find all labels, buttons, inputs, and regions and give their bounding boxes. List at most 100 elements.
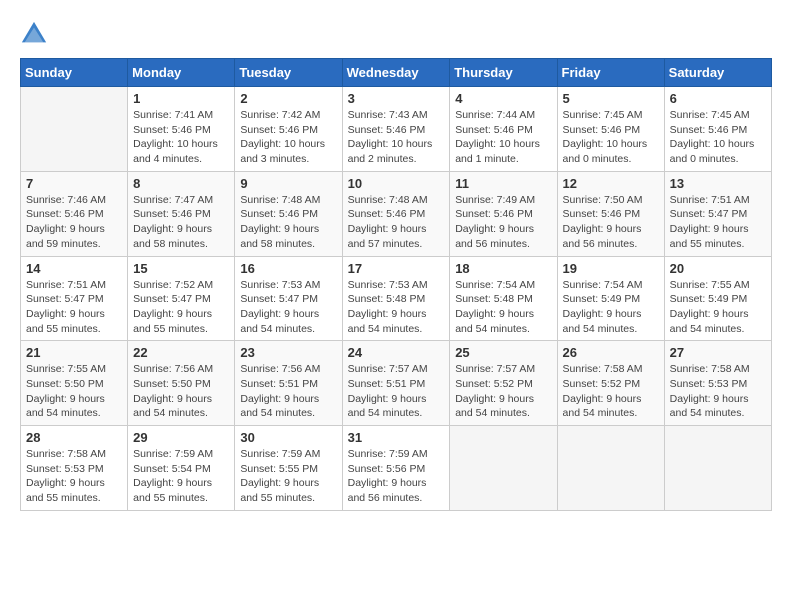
calendar-cell: 27 Sunrise: 7:58 AM Sunset: 5:53 PM Dayli… [664, 341, 771, 426]
day-info: Sunrise: 7:51 AM Sunset: 5:47 PM Dayligh… [670, 193, 766, 252]
day-number: 11 [455, 176, 551, 191]
weekday-header-thursday: Thursday [450, 59, 557, 87]
calendar-cell: 18 Sunrise: 7:54 AM Sunset: 5:48 PM Dayli… [450, 256, 557, 341]
day-info: Sunrise: 7:56 AM Sunset: 5:51 PM Dayligh… [240, 362, 336, 421]
calendar-cell: 24 Sunrise: 7:57 AM Sunset: 5:51 PM Dayli… [342, 341, 450, 426]
week-row-1: 1 Sunrise: 7:41 AM Sunset: 5:46 PM Daylig… [21, 87, 772, 172]
day-number: 25 [455, 345, 551, 360]
day-number: 14 [26, 261, 122, 276]
calendar-body: 1 Sunrise: 7:41 AM Sunset: 5:46 PM Daylig… [21, 87, 772, 511]
day-info: Sunrise: 7:46 AM Sunset: 5:46 PM Dayligh… [26, 193, 122, 252]
logo-icon [20, 20, 48, 48]
day-info: Sunrise: 7:53 AM Sunset: 5:48 PM Dayligh… [348, 278, 445, 337]
day-number: 26 [563, 345, 659, 360]
day-number: 24 [348, 345, 445, 360]
calendar-cell: 22 Sunrise: 7:56 AM Sunset: 5:50 PM Dayli… [128, 341, 235, 426]
day-info: Sunrise: 7:58 AM Sunset: 5:53 PM Dayligh… [670, 362, 766, 421]
day-number: 16 [240, 261, 336, 276]
calendar-cell: 28Sunrise: 7:58 AM Sunset: 5:53 PM Dayli… [21, 426, 128, 511]
calendar-cell: 10Sunrise: 7:48 AM Sunset: 5:46 PM Dayli… [342, 171, 450, 256]
day-info: Sunrise: 7:45 AM Sunset: 5:46 PM Dayligh… [563, 108, 659, 167]
day-number: 8 [133, 176, 229, 191]
day-number: 30 [240, 430, 336, 445]
day-number: 4 [455, 91, 551, 106]
day-number: 27 [670, 345, 766, 360]
day-number: 12 [563, 176, 659, 191]
day-number: 31 [348, 430, 445, 445]
day-info: Sunrise: 7:52 AM Sunset: 5:47 PM Dayligh… [133, 278, 229, 337]
day-info: Sunrise: 7:57 AM Sunset: 5:52 PM Dayligh… [455, 362, 551, 421]
day-info: Sunrise: 7:59 AM Sunset: 5:54 PM Dayligh… [133, 447, 229, 506]
day-info: Sunrise: 7:41 AM Sunset: 5:46 PM Dayligh… [133, 108, 229, 167]
calendar-cell: 23 Sunrise: 7:56 AM Sunset: 5:51 PM Dayli… [235, 341, 342, 426]
day-number: 3 [348, 91, 445, 106]
week-row-4: 21 Sunrise: 7:55 AM Sunset: 5:50 PM Dayli… [21, 341, 772, 426]
calendar-cell: 19Sunrise: 7:54 AM Sunset: 5:49 PM Dayli… [557, 256, 664, 341]
calendar-cell: 13 Sunrise: 7:51 AM Sunset: 5:47 PM Dayli… [664, 171, 771, 256]
day-info: Sunrise: 7:55 AM Sunset: 5:50 PM Dayligh… [26, 362, 122, 421]
day-info: Sunrise: 7:48 AM Sunset: 5:46 PM Dayligh… [240, 193, 336, 252]
day-info: Sunrise: 7:59 AM Sunset: 5:55 PM Dayligh… [240, 447, 336, 506]
day-number: 29 [133, 430, 229, 445]
day-number: 21 [26, 345, 122, 360]
calendar-cell: 20Sunrise: 7:55 AM Sunset: 5:49 PM Dayli… [664, 256, 771, 341]
weekday-header-monday: Monday [128, 59, 235, 87]
day-number: 17 [348, 261, 445, 276]
calendar-cell [557, 426, 664, 511]
weekday-header-wednesday: Wednesday [342, 59, 450, 87]
day-info: Sunrise: 7:57 AM Sunset: 5:51 PM Dayligh… [348, 362, 445, 421]
day-info: Sunrise: 7:43 AM Sunset: 5:46 PM Dayligh… [348, 108, 445, 167]
calendar-cell [21, 87, 128, 172]
day-info: Sunrise: 7:58 AM Sunset: 5:52 PM Dayligh… [563, 362, 659, 421]
calendar-cell [450, 426, 557, 511]
calendar-cell: 30 Sunrise: 7:59 AM Sunset: 5:55 PM Dayli… [235, 426, 342, 511]
day-info: Sunrise: 7:47 AM Sunset: 5:46 PM Dayligh… [133, 193, 229, 252]
day-number: 20 [670, 261, 766, 276]
day-info: Sunrise: 7:48 AM Sunset: 5:46 PM Dayligh… [348, 193, 445, 252]
day-number: 23 [240, 345, 336, 360]
calendar-cell [664, 426, 771, 511]
week-row-2: 7 Sunrise: 7:46 AM Sunset: 5:46 PM Daylig… [21, 171, 772, 256]
calendar-cell: 6Sunrise: 7:45 AM Sunset: 5:46 PM Daylig… [664, 87, 771, 172]
calendar-cell: 4 Sunrise: 7:44 AM Sunset: 5:46 PM Daylig… [450, 87, 557, 172]
calendar-cell: 7 Sunrise: 7:46 AM Sunset: 5:46 PM Daylig… [21, 171, 128, 256]
calendar-cell: 9 Sunrise: 7:48 AM Sunset: 5:46 PM Daylig… [235, 171, 342, 256]
week-row-5: 28Sunrise: 7:58 AM Sunset: 5:53 PM Dayli… [21, 426, 772, 511]
day-number: 28 [26, 430, 122, 445]
day-info: Sunrise: 7:56 AM Sunset: 5:50 PM Dayligh… [133, 362, 229, 421]
day-info: Sunrise: 7:51 AM Sunset: 5:47 PM Dayligh… [26, 278, 122, 337]
calendar-cell: 31 Sunrise: 7:59 AM Sunset: 5:56 PM Dayli… [342, 426, 450, 511]
calendar-cell: 3 Sunrise: 7:43 AM Sunset: 5:46 PM Daylig… [342, 87, 450, 172]
day-number: 18 [455, 261, 551, 276]
logo [20, 20, 52, 48]
day-number: 13 [670, 176, 766, 191]
day-number: 1 [133, 91, 229, 106]
calendar-cell: 5 Sunrise: 7:45 AM Sunset: 5:46 PM Daylig… [557, 87, 664, 172]
day-number: 9 [240, 176, 336, 191]
day-number: 6 [670, 91, 766, 106]
page-header [20, 20, 772, 48]
calendar-cell: 17 Sunrise: 7:53 AM Sunset: 5:48 PM Dayli… [342, 256, 450, 341]
day-info: Sunrise: 7:59 AM Sunset: 5:56 PM Dayligh… [348, 447, 445, 506]
week-row-3: 14 Sunrise: 7:51 AM Sunset: 5:47 PM Dayli… [21, 256, 772, 341]
day-number: 5 [563, 91, 659, 106]
weekday-header-saturday: Saturday [664, 59, 771, 87]
calendar-cell: 1 Sunrise: 7:41 AM Sunset: 5:46 PM Daylig… [128, 87, 235, 172]
calendar-cell: 21 Sunrise: 7:55 AM Sunset: 5:50 PM Dayli… [21, 341, 128, 426]
weekday-header-sunday: Sunday [21, 59, 128, 87]
calendar-cell: 15 Sunrise: 7:52 AM Sunset: 5:47 PM Dayli… [128, 256, 235, 341]
day-number: 22 [133, 345, 229, 360]
calendar-cell: 8 Sunrise: 7:47 AM Sunset: 5:46 PM Daylig… [128, 171, 235, 256]
day-info: Sunrise: 7:54 AM Sunset: 5:48 PM Dayligh… [455, 278, 551, 337]
calendar-cell: 25 Sunrise: 7:57 AM Sunset: 5:52 PM Dayli… [450, 341, 557, 426]
day-number: 15 [133, 261, 229, 276]
calendar-cell: 14 Sunrise: 7:51 AM Sunset: 5:47 PM Dayli… [21, 256, 128, 341]
calendar-cell: 29 Sunrise: 7:59 AM Sunset: 5:54 PM Dayli… [128, 426, 235, 511]
day-number: 7 [26, 176, 122, 191]
day-info: Sunrise: 7:44 AM Sunset: 5:46 PM Dayligh… [455, 108, 551, 167]
calendar-cell: 12Sunrise: 7:50 AM Sunset: 5:46 PM Dayli… [557, 171, 664, 256]
calendar-cell: 16Sunrise: 7:53 AM Sunset: 5:47 PM Dayli… [235, 256, 342, 341]
day-info: Sunrise: 7:54 AM Sunset: 5:49 PM Dayligh… [563, 278, 659, 337]
day-number: 2 [240, 91, 336, 106]
calendar-cell: 26 Sunrise: 7:58 AM Sunset: 5:52 PM Dayli… [557, 341, 664, 426]
